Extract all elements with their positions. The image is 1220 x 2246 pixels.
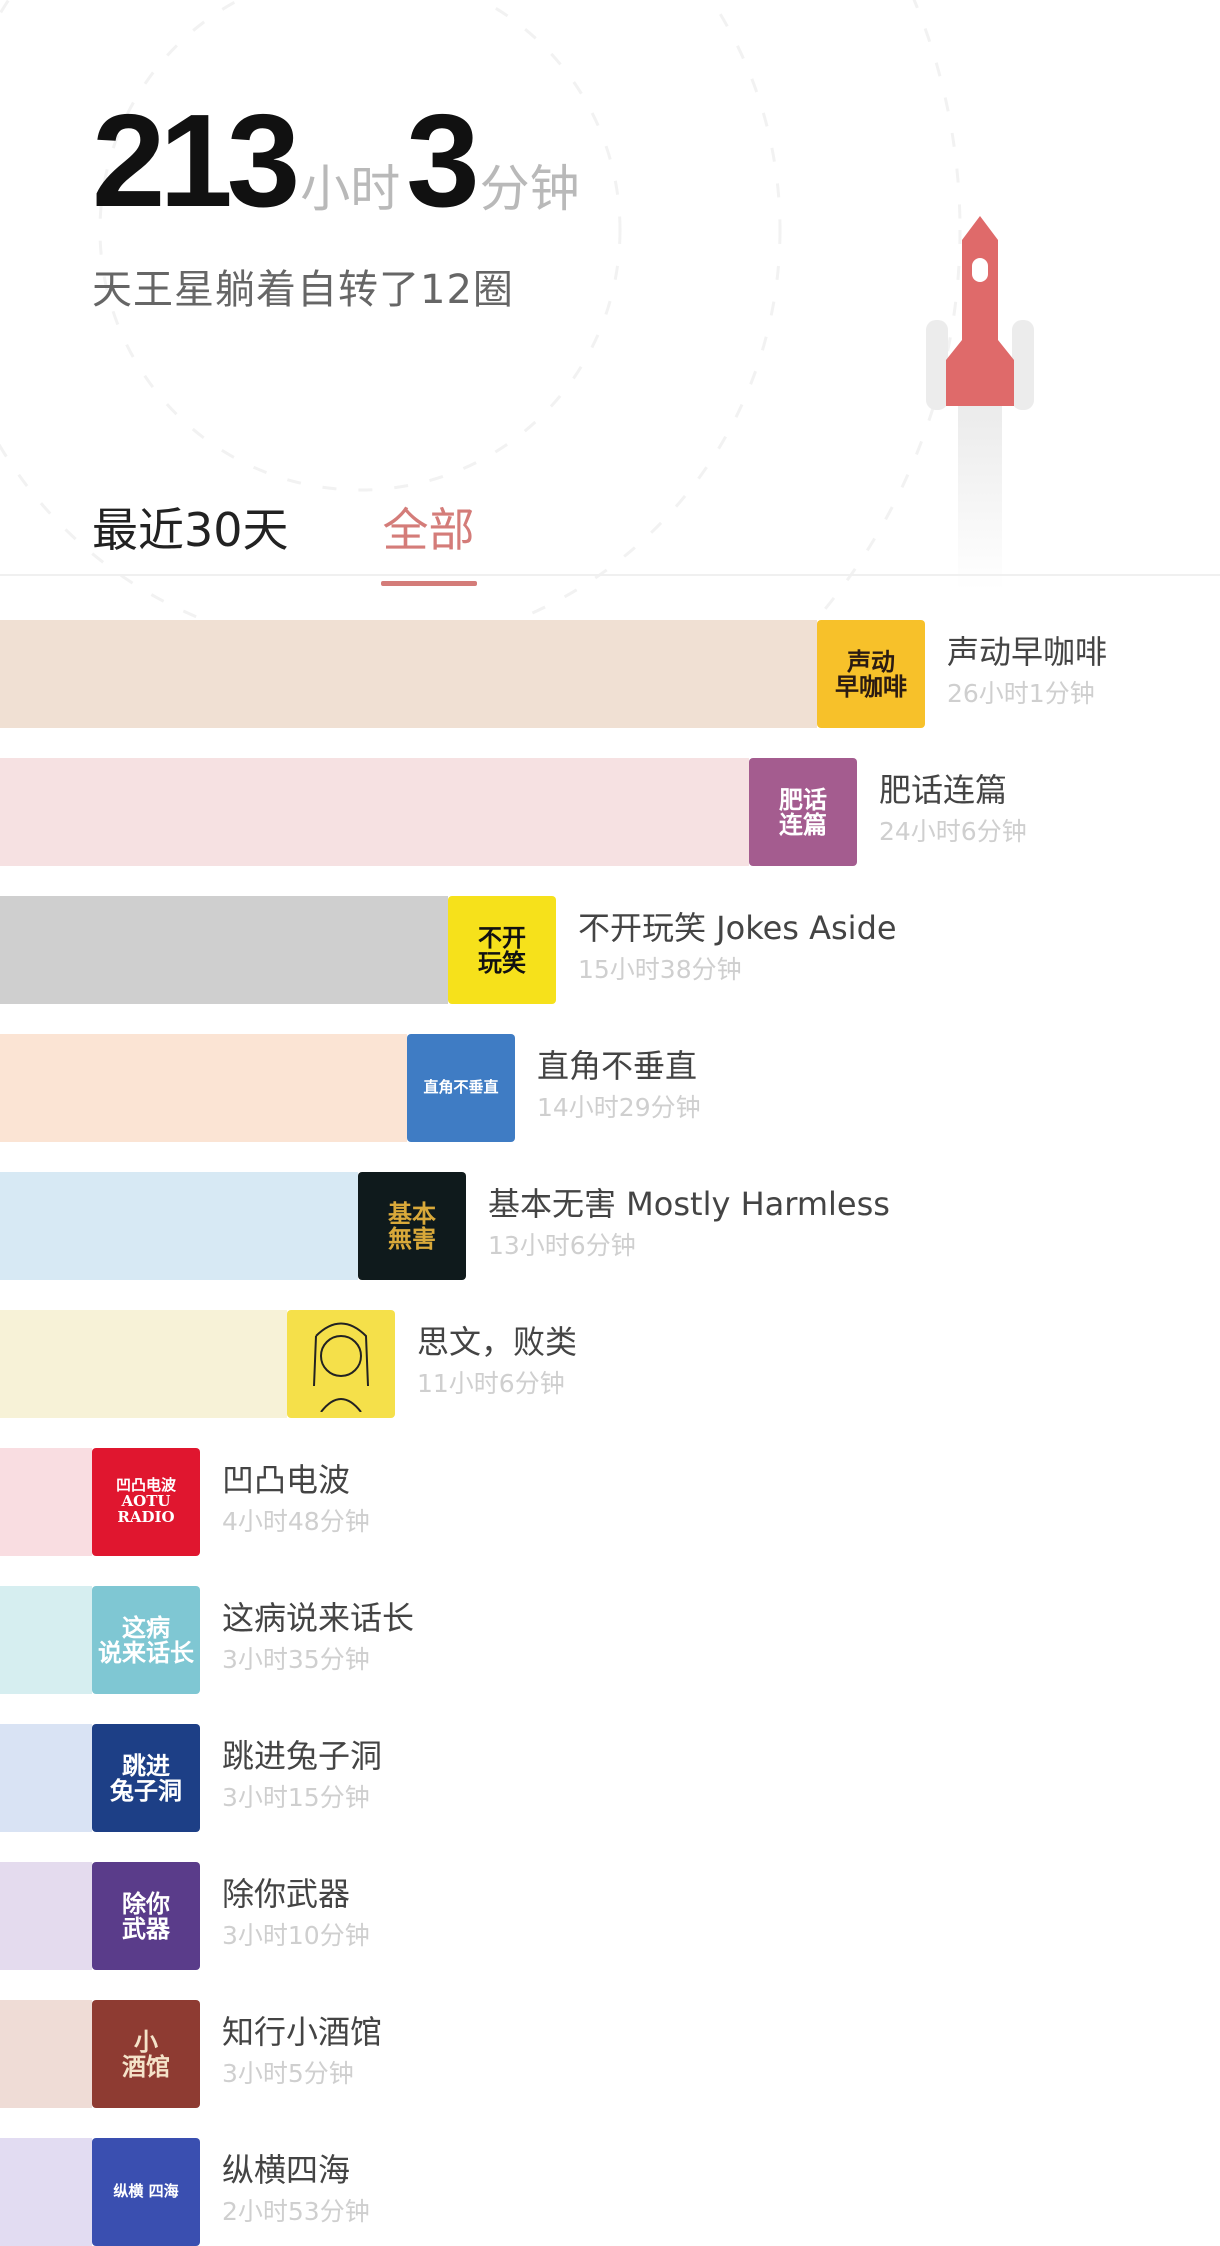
podcast-name: 思文，败类 bbox=[417, 1323, 578, 1361]
time-range-tabs: 最近30天 全部 bbox=[92, 500, 477, 586]
podcast-info: 凹凸电波 4小时48分钟 bbox=[222, 1460, 370, 1538]
podcast-name: 基本无害 Mostly Harmless bbox=[488, 1185, 890, 1223]
podcast-row[interactable]: 思文，败类 11小时6分钟 bbox=[0, 1310, 1220, 1418]
podcast-duration: 14小时29分钟 bbox=[537, 1093, 701, 1122]
podcast-info: 不开玩笑 Jokes Aside 15小时38分钟 bbox=[578, 908, 897, 986]
podcast-name: 不开玩笑 Jokes Aside bbox=[578, 909, 897, 947]
podcast-row[interactable]: 小酒馆 知行小酒馆 3小时5分钟 bbox=[0, 2000, 1220, 2108]
listening-time-bar bbox=[0, 2000, 92, 2108]
podcast-info: 思文，败类 11小时6分钟 bbox=[417, 1322, 577, 1400]
tab-all[interactable]: 全部 bbox=[380, 500, 477, 586]
podcast-duration: 11小时6分钟 bbox=[417, 1369, 565, 1398]
podcast-info: 跳进兔子洞 3小时15分钟 bbox=[222, 1736, 382, 1814]
podcast-duration: 26小时1分钟 bbox=[947, 679, 1095, 708]
portrait-sketch-icon[interactable] bbox=[287, 1310, 395, 1418]
podcast-row[interactable]: 不开 玩笑 不开玩笑 Jokes Aside 15小时38分钟 bbox=[0, 896, 1220, 1004]
podcast-duration: 4小时48分钟 bbox=[222, 1507, 370, 1536]
listening-time-bar bbox=[0, 1448, 92, 1556]
podcast-name: 这病说来话长 bbox=[222, 1599, 415, 1637]
podcast-row[interactable]: 肥话 连篇 肥话连篇 24小时6分钟 bbox=[0, 758, 1220, 866]
podcast-duration: 3小时10分钟 bbox=[222, 1921, 370, 1950]
podcast-row[interactable]: 直角不垂直 直角不垂直 14小时29分钟 bbox=[0, 1034, 1220, 1142]
cover-art-text: 肥话 连篇 bbox=[779, 784, 827, 839]
anime-portrait-icon[interactable]: 纵横 四海 bbox=[92, 2138, 200, 2246]
cover-art-text: 这病 说来话长 bbox=[98, 1612, 194, 1667]
podcast-name: 纵横四海 bbox=[222, 2151, 351, 2189]
podcast-name: 除你武器 bbox=[222, 1875, 351, 1913]
listening-time-bar bbox=[0, 758, 749, 866]
minutes-value: 3 bbox=[406, 87, 479, 234]
listening-time-bar bbox=[0, 896, 448, 1004]
bold-text-icon[interactable]: 不开 玩笑 bbox=[448, 896, 556, 1004]
colorful-text-icon[interactable]: 肥话 连篇 bbox=[749, 758, 857, 866]
cover-art-text: 基本 無害 bbox=[388, 1198, 436, 1253]
podcast-duration: 3小时15分钟 bbox=[222, 1783, 370, 1812]
podcast-name: 知行小酒馆 bbox=[222, 2013, 383, 2051]
podcast-duration: 2小时53分钟 bbox=[222, 2197, 370, 2226]
cover-art-text: 小酒馆 bbox=[122, 2026, 170, 2081]
podcast-info: 声动早咖啡 26小时1分钟 bbox=[947, 632, 1107, 710]
podcast-name: 凹凸电波 bbox=[222, 1461, 351, 1499]
podcast-info: 除你武器 3小时10分钟 bbox=[222, 1874, 370, 1952]
hours-unit: 小时 bbox=[300, 160, 401, 218]
podcast-duration: 24小时6分钟 bbox=[879, 817, 1027, 846]
pill-icon[interactable]: 这病 说来话长 bbox=[92, 1586, 200, 1694]
podcast-duration: 3小时35分钟 bbox=[222, 1645, 370, 1674]
podcast-duration: 3小时5分钟 bbox=[222, 2059, 354, 2088]
podcast-info: 这病说来话长 3小时35分钟 bbox=[222, 1598, 414, 1676]
podcast-name: 声动早咖啡 bbox=[947, 633, 1108, 671]
fun-fact-subtitle: 天王星躺着自转了12圈 bbox=[92, 267, 514, 313]
sword-text-icon[interactable]: 除你 武器 bbox=[92, 1862, 200, 1970]
total-listening-header: 213 小时 3 分钟 天王星躺着自转了12圈 bbox=[92, 95, 586, 315]
podcast-duration: 15小时38分钟 bbox=[578, 955, 742, 984]
listening-time-bar bbox=[0, 1310, 287, 1418]
listening-time-bar bbox=[0, 1724, 92, 1832]
podcast-row[interactable]: 基本 無害 基本无害 Mostly Harmless 13小时6分钟 bbox=[0, 1172, 1220, 1280]
radio-logo-icon[interactable]: 凹凸电波 AOTU RADIO bbox=[92, 1448, 200, 1556]
listening-time-bar bbox=[0, 1586, 92, 1694]
cover-art-text: 不开 玩笑 bbox=[478, 922, 526, 977]
podcast-name: 跳进兔子洞 bbox=[222, 1737, 383, 1775]
coffee-cup-icon[interactable]: 声动 早咖啡 bbox=[817, 620, 925, 728]
tab-recent-30-days[interactable]: 最近30天 bbox=[92, 500, 289, 560]
cover-art-text: 除你 武器 bbox=[122, 1888, 170, 1943]
minutes-unit: 分钟 bbox=[479, 160, 580, 218]
right-angle-icon[interactable]: 直角不垂直 bbox=[407, 1034, 515, 1142]
cover-art-text: 直角不垂直 bbox=[423, 1078, 499, 1097]
cover-art-text: 声动 早咖啡 bbox=[835, 646, 907, 701]
cover-art-text: 凹凸电波 AOTU RADIO bbox=[115, 1476, 176, 1526]
podcast-row[interactable]: 声动 早咖啡 声动早咖啡 26小时1分钟 bbox=[0, 620, 1220, 728]
listening-time-bar bbox=[0, 620, 817, 728]
podcast-row[interactable]: 凹凸电波 AOTU RADIO 凹凸电波 4小时48分钟 bbox=[0, 1448, 1220, 1556]
podcast-info: 知行小酒馆 3小时5分钟 bbox=[222, 2012, 382, 2090]
podcast-duration: 13小时6分钟 bbox=[488, 1231, 636, 1260]
total-time: 213 小时 3 分钟 bbox=[92, 95, 586, 227]
hours-value: 213 bbox=[92, 87, 300, 234]
podcast-name: 肥话连篇 bbox=[879, 771, 1008, 809]
listening-time-bar bbox=[0, 1172, 358, 1280]
cover-art-text: 跳进 兔子洞 bbox=[110, 1750, 182, 1805]
podcast-row[interactable]: 纵横 四海 纵横四海 2小时53分钟 bbox=[0, 2138, 1220, 2246]
podcast-info: 基本无害 Mostly Harmless 13小时6分钟 bbox=[488, 1184, 890, 1262]
podcast-info: 纵横四海 2小时53分钟 bbox=[222, 2150, 370, 2228]
listening-time-bar bbox=[0, 2138, 92, 2246]
podcast-info: 直角不垂直 14小时29分钟 bbox=[537, 1046, 701, 1124]
podcast-row[interactable]: 这病 说来话长 这病说来话长 3小时35分钟 bbox=[0, 1586, 1220, 1694]
podcast-info: 肥话连篇 24小时6分钟 bbox=[879, 770, 1027, 848]
podcast-row[interactable]: 跳进 兔子洞 跳进兔子洞 3小时15分钟 bbox=[0, 1724, 1220, 1832]
rocket-icon bbox=[926, 216, 1034, 590]
podcast-row[interactable]: 除你 武器 除你武器 3小时10分钟 bbox=[0, 1862, 1220, 1970]
tavern-icon[interactable]: 小酒馆 bbox=[92, 2000, 200, 2108]
tabs-divider bbox=[0, 574, 1220, 576]
rabbit-hole-icon[interactable]: 跳进 兔子洞 bbox=[92, 1724, 200, 1832]
podcast-name: 直角不垂直 bbox=[537, 1047, 698, 1085]
cover-art-text: 纵横 四海 bbox=[113, 2182, 179, 2201]
listening-time-bar bbox=[0, 1034, 407, 1142]
listening-time-bar bbox=[0, 1862, 92, 1970]
calligraphy-icon[interactable]: 基本 無害 bbox=[358, 1172, 466, 1280]
